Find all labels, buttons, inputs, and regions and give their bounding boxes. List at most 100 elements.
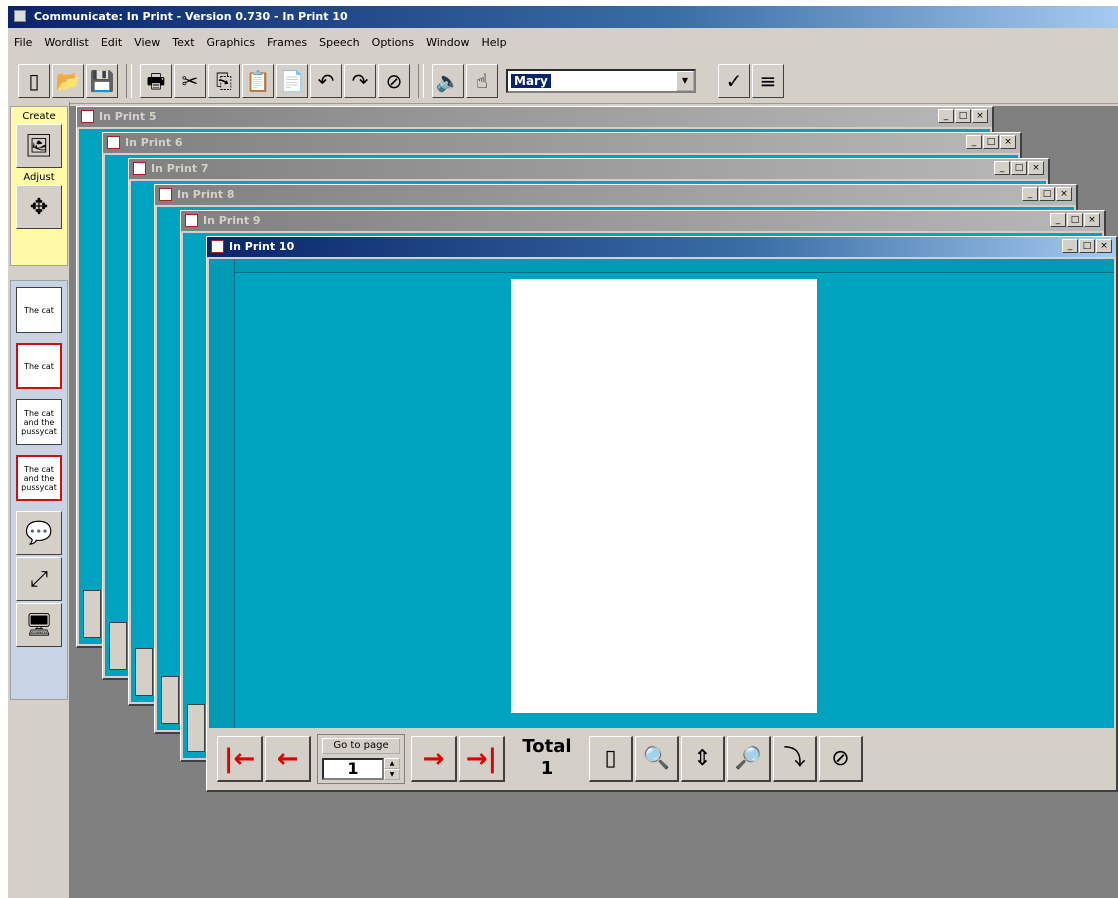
window-title-bar[interactable]: In Print 9 bbox=[181, 211, 1104, 231]
menu-help[interactable]: Help bbox=[481, 36, 506, 49]
menu-graphics[interactable]: Graphics bbox=[207, 36, 256, 49]
menu-view[interactable]: View bbox=[134, 36, 160, 49]
create-label: Create bbox=[22, 111, 56, 122]
first-page-button[interactable]: |← bbox=[217, 736, 263, 782]
paste-special-button[interactable]: 📄 bbox=[276, 63, 308, 98]
document-icon bbox=[159, 188, 172, 201]
menu-edit[interactable]: Edit bbox=[101, 36, 122, 49]
speak-button[interactable]: 🔈 bbox=[432, 63, 464, 98]
spin-up-icon[interactable]: ▲ bbox=[384, 758, 400, 769]
card-text-only[interactable]: The cat and the pussycat bbox=[16, 399, 62, 445]
document-canvas[interactable] bbox=[209, 259, 1114, 728]
vertical-ruler bbox=[209, 259, 235, 728]
undo-button[interactable]: ↶ bbox=[310, 63, 342, 98]
page-spinner[interactable]: ▲ ▼ bbox=[384, 758, 400, 780]
minimize-icon[interactable]: _ bbox=[1022, 187, 1038, 201]
save-button[interactable]: 💾 bbox=[86, 63, 118, 98]
close-icon[interactable]: × bbox=[1084, 213, 1100, 227]
print-button[interactable]: 🖶 bbox=[140, 63, 172, 98]
maximize-icon[interactable]: □ bbox=[1067, 213, 1083, 227]
computer-folder-icon: 🖥 bbox=[25, 612, 53, 638]
copy-button[interactable]: ⎘ bbox=[208, 63, 240, 98]
maximize-icon[interactable]: □ bbox=[983, 135, 999, 149]
minimize-icon[interactable]: _ bbox=[1050, 213, 1066, 227]
previous-page-button[interactable]: ← bbox=[265, 736, 311, 782]
close-icon[interactable]: × bbox=[972, 109, 988, 123]
card-picture-symbol-text: The cat bbox=[24, 305, 54, 315]
menu-speech[interactable]: Speech bbox=[319, 36, 360, 49]
delete-frame-button[interactable]: ⊘ bbox=[378, 63, 410, 98]
single-page-icon: ▯ bbox=[604, 745, 617, 771]
zoom-in-button[interactable]: 🔍 bbox=[635, 736, 679, 782]
window-title: In Print 10 bbox=[229, 240, 295, 253]
redo-button[interactable]: ↷ bbox=[344, 63, 376, 98]
minimize-icon[interactable]: _ bbox=[966, 135, 982, 149]
create-button[interactable]: 🖼 bbox=[16, 124, 62, 168]
close-icon[interactable]: × bbox=[1000, 135, 1016, 149]
paste-button[interactable]: 📋 bbox=[242, 63, 274, 98]
print-icon: 🖶 bbox=[146, 68, 166, 93]
voice-select[interactable]: Mary ▼ bbox=[506, 68, 696, 93]
page-number-field[interactable]: 1 bbox=[322, 758, 384, 780]
close-icon[interactable]: × bbox=[1028, 161, 1044, 175]
menu-window[interactable]: Window bbox=[426, 36, 469, 49]
window-title: In Print 7 bbox=[151, 162, 209, 175]
window-title-bar[interactable]: In Print 5 bbox=[77, 107, 992, 127]
minimize-icon[interactable]: _ bbox=[1062, 239, 1078, 253]
single-page-button[interactable]: ▯ bbox=[589, 736, 633, 782]
spellcheck-button[interactable]: ✓ bbox=[718, 63, 750, 98]
open-button[interactable]: 📂 bbox=[52, 63, 84, 98]
active-document-window[interactable]: In Print 10 _□× |← ← Go to page 1 ▲ ▼ bbox=[206, 236, 1118, 792]
menu-wordlist[interactable]: Wordlist bbox=[44, 36, 88, 49]
window-controls: _ □ × bbox=[966, 135, 1016, 149]
cut-button[interactable]: ✂ bbox=[174, 63, 206, 98]
maximize-icon[interactable]: □ bbox=[1079, 239, 1095, 253]
fit-frame-button[interactable]: ⤢ bbox=[16, 557, 62, 601]
window-title-bar[interactable]: In Print 6 bbox=[103, 133, 1020, 153]
close-icon[interactable]: × bbox=[1096, 239, 1112, 253]
menu-options[interactable]: Options bbox=[372, 36, 414, 49]
delete-page-button[interactable]: ⊘ bbox=[819, 736, 863, 782]
import-picture-button[interactable]: 🖥 bbox=[16, 603, 62, 647]
card-text-border[interactable]: The cat and the pussycat bbox=[16, 455, 62, 501]
blank-page[interactable] bbox=[511, 279, 817, 713]
new-document-icon: ▯ bbox=[28, 68, 40, 93]
minimize-icon[interactable]: _ bbox=[994, 161, 1010, 175]
speak-pointer-button[interactable]: ☝ bbox=[466, 63, 498, 98]
insert-page-button[interactable]: ⤵ bbox=[773, 736, 817, 782]
app-window: Communicate: In Print - Version 0.730 - … bbox=[8, 6, 1118, 898]
horizontal-ruler bbox=[209, 259, 1114, 273]
menu-text[interactable]: Text bbox=[172, 36, 194, 49]
zoom-out-icon: 🔎 bbox=[734, 745, 763, 771]
speech-bubble-button[interactable]: 💬 bbox=[16, 511, 62, 555]
adjust-button[interactable]: ✥ bbox=[16, 185, 62, 229]
next-page-button[interactable]: → bbox=[411, 736, 457, 782]
menu-frames[interactable]: Frames bbox=[267, 36, 307, 49]
window-title: In Print 9 bbox=[203, 214, 261, 227]
card-text-border-text: The cat and the pussycat bbox=[21, 464, 57, 492]
adjust-arrows-icon: ✥ bbox=[29, 194, 49, 220]
main-toolbar: ▯ 📂 💾 🖶 ✂ ⎘ 📋 📄 ↶ ↷ ⊘ 🔈 ☝ Mary ▼ ✓ ≡ bbox=[8, 58, 1118, 104]
maximize-icon[interactable]: □ bbox=[955, 109, 971, 123]
window-title-bar[interactable]: In Print 8 bbox=[155, 185, 1076, 205]
predict-button[interactable]: ≡ bbox=[752, 63, 784, 98]
menu-file[interactable]: File bbox=[14, 36, 32, 49]
document-icon bbox=[81, 110, 94, 123]
window-title-bar[interactable]: In Print 10 bbox=[207, 237, 1116, 257]
chevron-down-icon[interactable]: ▼ bbox=[676, 70, 694, 91]
spin-down-icon[interactable]: ▼ bbox=[384, 769, 400, 780]
fit-page-button[interactable]: ⇕ bbox=[681, 736, 725, 782]
total-label: Total bbox=[522, 736, 572, 757]
zoom-out-button[interactable]: 🔎 bbox=[727, 736, 771, 782]
new-document-button[interactable]: ▯ bbox=[18, 63, 50, 98]
maximize-icon[interactable]: □ bbox=[1011, 161, 1027, 175]
minimize-icon[interactable]: _ bbox=[938, 109, 954, 123]
card-picture-symbol-border[interactable]: The cat bbox=[16, 343, 62, 389]
maximize-icon[interactable]: □ bbox=[1039, 187, 1055, 201]
last-page-button[interactable]: →| bbox=[459, 736, 505, 782]
close-icon[interactable]: × bbox=[1056, 187, 1072, 201]
go-to-page-button[interactable]: Go to page bbox=[322, 738, 400, 754]
save-icon: 💾 bbox=[89, 68, 115, 93]
window-title-bar[interactable]: In Print 7 bbox=[129, 159, 1048, 179]
card-picture-symbol[interactable]: The cat bbox=[16, 287, 62, 333]
